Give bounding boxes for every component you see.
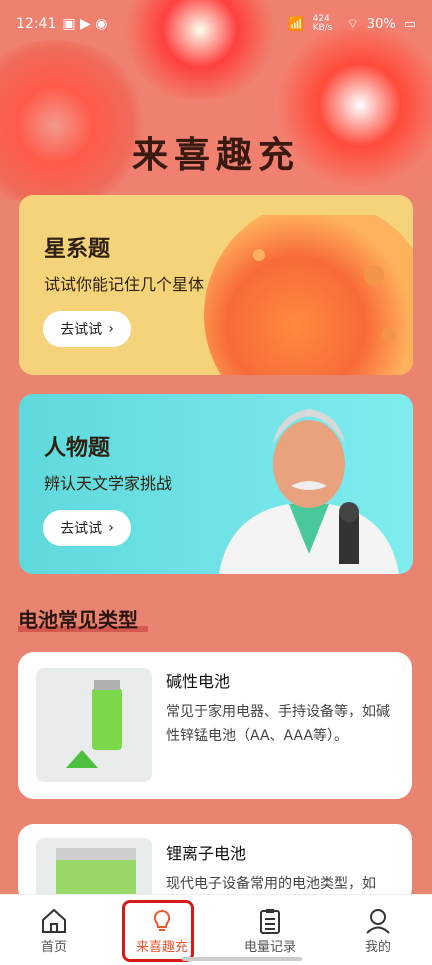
tab-label: 我的	[364, 939, 391, 955]
alkaline-battery-image	[36, 668, 152, 782]
battery-type-card[interactable]: 碱性电池 常见于家用电器、手持设备等，如碱性锌锰电池（AA、AAA等）。	[18, 652, 412, 799]
section-title: 电池常见类型	[18, 608, 138, 632]
wifi-icon: ⌔	[346, 17, 359, 32]
selection-highlight	[122, 900, 194, 962]
battery-name: 碱性电池	[166, 672, 231, 691]
battery-level: 30%	[366, 16, 396, 32]
tab-profile[interactable]: 我的	[324, 895, 432, 965]
tab-label: 首页	[40, 939, 67, 955]
battery-name: 锂离子电池	[166, 844, 247, 863]
tab-power-records[interactable]: 电量记录	[216, 895, 324, 965]
try-button[interactable]: 去试试 ›	[43, 510, 131, 546]
card-subtitle: 辨认天文学家挑战	[44, 474, 173, 493]
chevron-right-icon: ›	[108, 321, 114, 337]
battery-icon: ▭	[403, 16, 416, 32]
battery-description: 现代电子设备常用的电池类型，如	[166, 876, 376, 892]
card-subtitle: 试试你能记住几个星体	[44, 275, 205, 294]
status-time: 12:41	[16, 16, 57, 32]
app-notification-icon: ▣ ▶ ◉	[62, 16, 108, 32]
page-title: 来喜趣充	[131, 134, 300, 176]
bottom-tab-bar: 首页 来喜趣充 电量记录 我的	[0, 894, 432, 965]
gesture-bar	[182, 957, 302, 961]
tab-label: 电量记录	[243, 939, 296, 955]
clipboard-icon	[260, 908, 280, 934]
chevron-right-icon: ›	[108, 520, 114, 536]
signal-icon: 📶	[288, 16, 305, 32]
home-icon	[42, 908, 66, 933]
battery-type-card[interactable]: 锂离子电池 现代电子设备常用的电池类型，如	[18, 824, 412, 904]
card-title: 人物题	[44, 436, 111, 461]
card-title: 星系题	[44, 237, 111, 262]
try-button[interactable]: 去试试 ›	[43, 311, 131, 347]
galaxy-quiz-card[interactable]: 星系题 试试你能记住几个星体 去试试 ›	[19, 195, 413, 375]
network-speed: 424 KB/s	[312, 14, 333, 33]
try-button-label: 去试试	[60, 521, 103, 537]
scientist-illustration	[219, 409, 399, 574]
battery-description: 常见于家用电器、手持设备等，如碱性锌锰电池（AA、AAA等）。	[166, 704, 390, 744]
tab-home[interactable]: 首页	[0, 895, 108, 965]
person-quiz-card[interactable]: 人物题 辨认天文学家挑战 去试试 ›	[19, 394, 413, 574]
try-button-label: 去试试	[60, 322, 103, 338]
lithium-battery-image	[36, 838, 152, 902]
user-icon	[366, 908, 390, 934]
status-bar: 12:41 ▣ ▶ ◉ 📶 424 KB/s ⌔ 30% ▭	[0, 0, 432, 48]
planet-illustration	[204, 215, 413, 375]
